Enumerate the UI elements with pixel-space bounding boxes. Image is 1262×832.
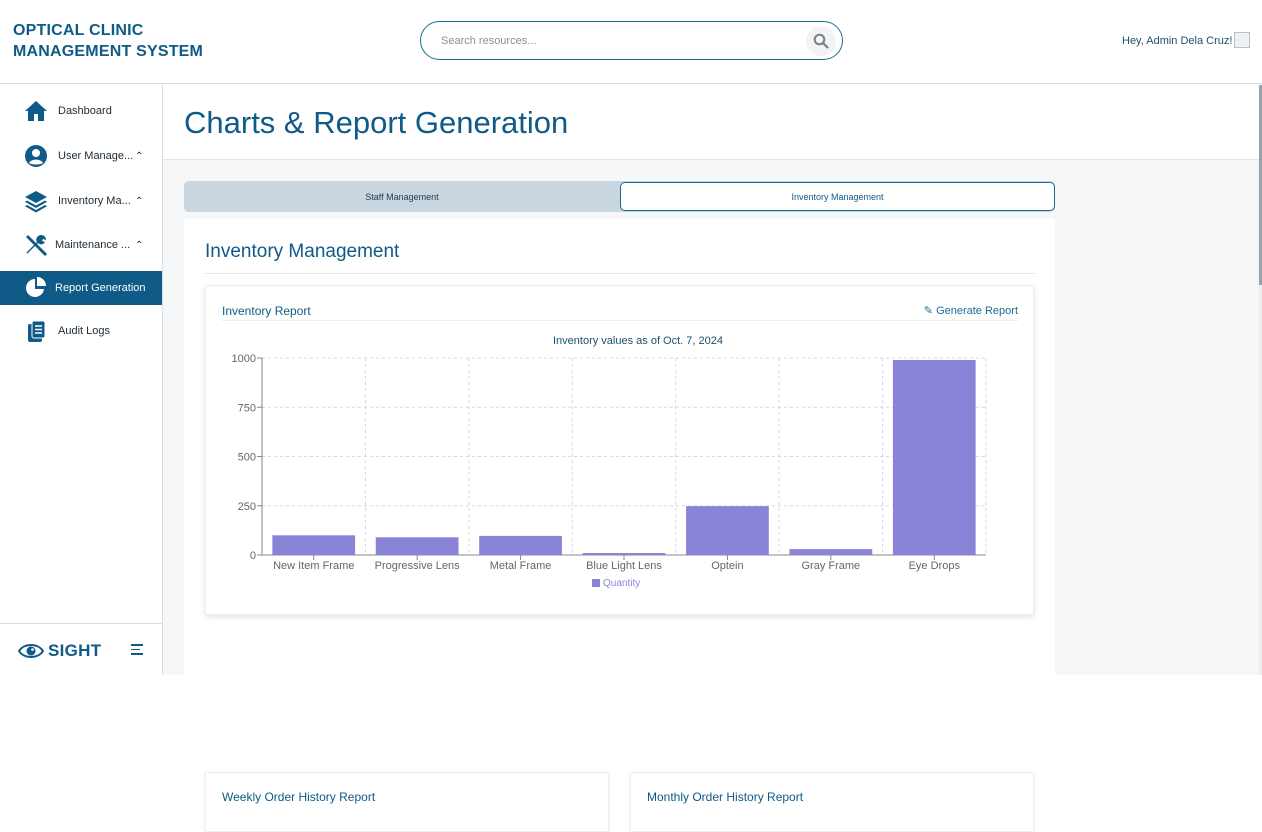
x-tick-label: Gray Frame [802,560,861,572]
menu-toggle-icon[interactable] [131,644,145,658]
chevron-up-icon: ⌃ [135,150,144,162]
sidebar-item-user-management[interactable]: User Manage... ⌃ [0,139,162,173]
search-input[interactable] [441,31,801,51]
pie-chart-icon [24,276,48,300]
user-greeting: Hey, Admin Dela Cruz! [1122,35,1233,47]
y-tick-label: 1000 [232,353,256,365]
user-icon [24,144,48,168]
legend-label: Quantity [603,578,640,589]
sidebar-item-audit-logs[interactable]: Audit Logs [0,314,162,348]
y-tick-label: 750 [238,402,256,414]
sight-logo-text: SIGHT [48,641,102,660]
y-tick-label: 0 [250,550,256,562]
report-tabs: Staff Management Inventory Management [184,181,1055,212]
card-title: Inventory Report [222,304,311,318]
generate-report-label: Generate Report [936,305,1018,317]
section-title: Inventory Management [205,241,400,262]
brand-line-1: OPTICAL CLINIC [13,22,144,39]
x-tick-label: Progressive Lens [375,560,460,572]
sidebar-item-inventory-management[interactable]: Inventory Ma... ⌃ [0,184,162,218]
divider [205,273,1035,274]
chevron-up-icon: ⌃ [135,239,144,251]
bar [375,537,459,555]
sidebar-item-label: Dashboard [58,105,112,117]
bar [789,549,873,555]
divider [222,320,1018,321]
sidebar-item-dashboard[interactable]: Dashboard [0,94,162,128]
x-tick-label: Blue Light Lens [586,560,662,572]
sidebar-item-label: Maintenance ... [55,239,131,251]
chart-title: Inventory values as of Oct. 7, 2024 [553,335,723,347]
sidebar-item-label: Inventory Ma... [58,195,131,207]
x-tick-label: Optein [711,560,743,572]
clipboard-icon [24,319,48,343]
layers-icon [24,189,48,213]
weekly-order-report-card: Weekly Order History Report [205,772,609,832]
inventory-panel: Inventory Management Inventory Report ✎ … [184,219,1055,832]
search-bar [420,21,843,60]
page-title: Charts & Report Generation [184,105,569,140]
sidebar-item-label: Audit Logs [58,325,110,337]
sidebar-item-report-generation[interactable]: Report Generation [0,271,162,305]
sidebar-item-label: User Manage... [58,150,134,162]
sidebar-footer: SIGHT [0,623,162,675]
card-title: Monthly Order History Report [647,790,804,804]
tab-inventory-management[interactable]: Inventory Management [620,182,1055,211]
bar [582,553,666,555]
main-content: Charts & Report Generation Staff Managem… [163,85,1259,832]
eye-icon [18,644,44,658]
search-icon [813,33,829,49]
card-title: Weekly Order History Report [222,790,376,804]
page-title-bar: Charts & Report Generation [163,85,1259,160]
sight-logo[interactable]: SIGHT [18,641,101,661]
sidebar-item-maintenance[interactable]: Maintenance ... ⌃ [0,228,162,262]
bar [272,535,356,555]
search-button[interactable] [806,26,836,56]
bar [479,535,562,555]
tab-staff-management[interactable]: Staff Management [184,181,620,212]
x-tick-label: New Item Frame [273,560,354,572]
chevron-up-icon: ⌃ [135,195,144,207]
brand-line-2: MANAGEMENT SYSTEM [13,43,204,60]
y-tick-label: 500 [238,452,256,464]
tools-icon [24,233,48,257]
x-tick-label: Metal Frame [490,560,552,572]
app-brand[interactable]: OPTICAL CLINIC MANAGEMENT SYSTEM [13,20,203,62]
avatar[interactable] [1234,32,1250,48]
home-icon [24,99,48,123]
x-tick-label: Eye Drops [909,560,961,572]
top-header: OPTICAL CLINIC MANAGEMENT SYSTEM Hey, Ad… [0,0,1262,84]
sidebar-item-label: Report Generation [55,282,146,294]
bar [892,359,976,555]
monthly-order-report-card: Monthly Order History Report [630,772,1034,832]
pencil-icon: ✎ [923,305,933,317]
sidebar: Dashboard User Manage... ⌃ Inventory Ma.… [0,85,163,675]
bar [686,506,769,555]
inventory-bar-chart: Inventory values as of Oct. 7, 2024 0 250 5… [232,335,987,589]
y-tick-label: 250 [238,501,256,513]
legend-swatch [592,579,600,587]
generate-report-button[interactable]: ✎ Generate Report [924,304,1018,317]
inventory-report-card: Inventory Report ✎ Generate Report Inven… [205,285,1034,615]
